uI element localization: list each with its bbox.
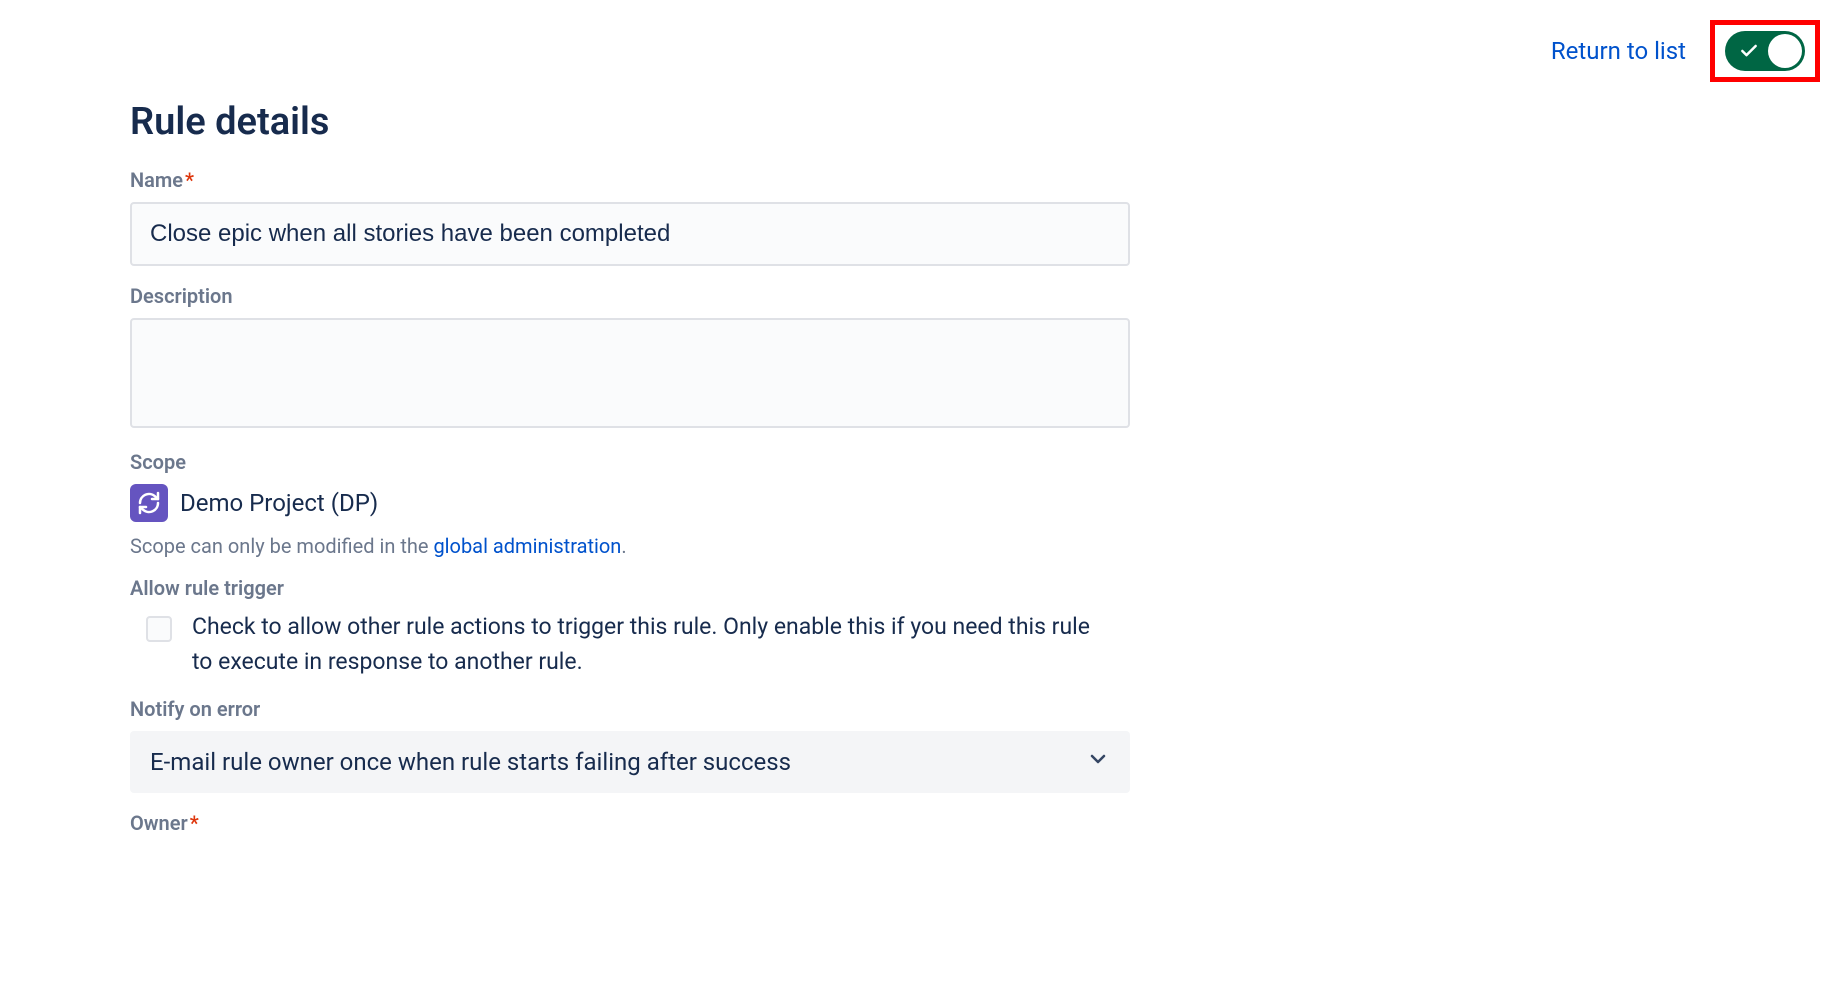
notify-error-value: E-mail rule owner once when rule starts …	[150, 748, 791, 776]
description-input[interactable]	[130, 318, 1130, 428]
allow-trigger-label: Allow rule trigger	[130, 576, 1130, 600]
scope-label: Scope	[130, 450, 1130, 474]
name-input[interactable]	[130, 202, 1130, 266]
toggle-highlight-annotation	[1710, 20, 1820, 82]
scope-help-text: Scope can only be modified in the global…	[130, 534, 1130, 558]
chevron-down-icon	[1086, 747, 1110, 777]
name-label: Name*	[130, 168, 1130, 192]
return-to-list-link[interactable]: Return to list	[1551, 37, 1686, 65]
description-label: Description	[130, 284, 1130, 308]
project-avatar-icon	[130, 484, 168, 522]
allow-trigger-checkbox[interactable]	[146, 616, 172, 642]
required-indicator: *	[185, 168, 194, 192]
allow-trigger-help: Check to allow other rule actions to tri…	[192, 610, 1092, 679]
global-admin-link[interactable]: global administration	[433, 534, 621, 558]
required-indicator: *	[190, 811, 199, 835]
rule-enabled-toggle[interactable]	[1725, 31, 1805, 71]
notify-error-label: Notify on error	[130, 697, 1130, 721]
owner-label: Owner*	[130, 811, 1130, 835]
scope-project-name: Demo Project (DP)	[180, 489, 378, 517]
page-title: Rule details	[130, 100, 1130, 144]
checkmark-icon	[1739, 41, 1759, 61]
toggle-knob	[1768, 34, 1802, 68]
notify-error-select[interactable]: E-mail rule owner once when rule starts …	[130, 731, 1130, 793]
